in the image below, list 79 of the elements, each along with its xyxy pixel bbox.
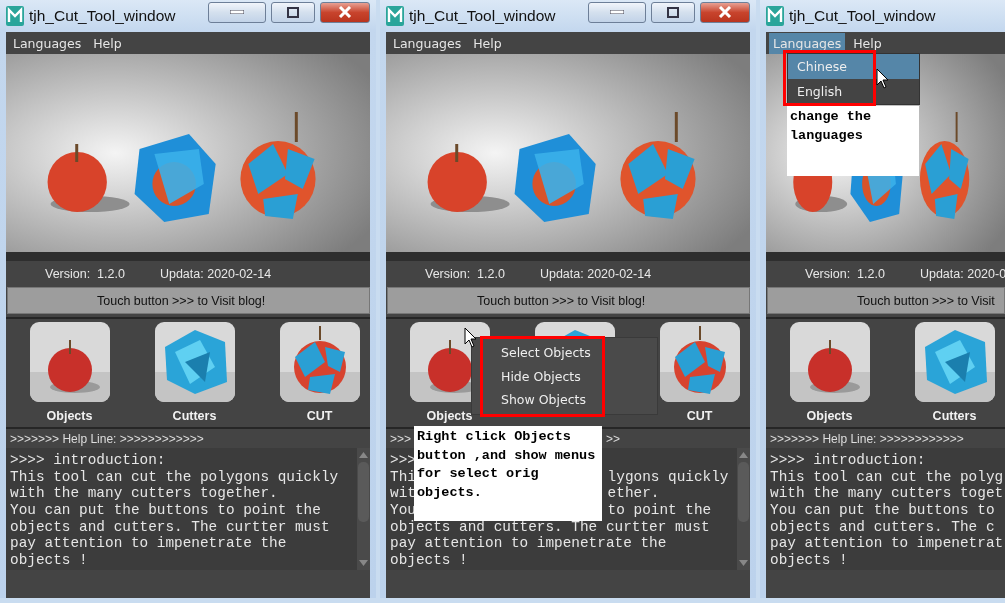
help-text-line: Thi bbox=[390, 468, 416, 486]
help-text-line: to point the bbox=[607, 502, 712, 519]
minimize-icon bbox=[230, 10, 244, 14]
menu-item[interactable]: Help bbox=[849, 32, 886, 54]
menu-item[interactable]: Languages bbox=[389, 32, 466, 54]
help-text-line: wit bbox=[390, 485, 416, 503]
help-text-line: objects and cutters. The curtter must bbox=[390, 518, 710, 536]
date-label: Updata: 2020-02-14 bbox=[159, 267, 272, 281]
help-text-line: objects ! bbox=[390, 552, 468, 569]
context-menu-item[interactable]: Hide Objects bbox=[497, 364, 581, 388]
help-text-line: pay attention to impenetrate the bbox=[390, 535, 667, 553]
scroll-up-icon bbox=[359, 452, 368, 458]
help-text-line: lygons quickly bbox=[607, 468, 729, 486]
maximize-button[interactable] bbox=[271, 1, 315, 23]
window-title: tjh_Cut_Tool_window bbox=[789, 7, 937, 25]
help-text-line: with the many cutters together. bbox=[10, 485, 278, 503]
help-text-line: ether. bbox=[607, 485, 660, 503]
date-label: Updata: 2020-02-14 bbox=[539, 267, 652, 281]
app-icon bbox=[6, 6, 24, 26]
tool-button[interactable]: Objects bbox=[46, 409, 93, 423]
help-text-line: with the many cutters toget bbox=[770, 485, 1004, 503]
help-line-label: >>>>>>> Help Line: >>>>>>>>>>>> bbox=[10, 431, 204, 446]
note-tooltip: change the languages bbox=[787, 106, 919, 176]
visit-blog-button[interactable]: Touch button >>> to Visit bbox=[767, 287, 1005, 314]
context-menu-item[interactable]: Select Objects bbox=[497, 341, 591, 365]
minimize-button[interactable] bbox=[588, 1, 646, 23]
tool-button[interactable]: CUT bbox=[686, 409, 713, 423]
menu-item[interactable]: Languages bbox=[9, 32, 86, 54]
app-icon bbox=[766, 6, 784, 26]
window-title: tjh_Cut_Tool_window bbox=[29, 7, 177, 25]
help-text-line: >>>> introduction: bbox=[770, 452, 926, 469]
scroll-down-icon bbox=[739, 560, 748, 566]
close-icon bbox=[718, 6, 732, 18]
version-label: Version: 1.2.0 bbox=[805, 267, 885, 281]
help-text-line: This tool can cut the polygons quickly bbox=[10, 468, 339, 486]
help-text-line: >>> bbox=[390, 452, 416, 469]
pointer-icon bbox=[464, 327, 477, 348]
scroll-up-icon bbox=[739, 452, 748, 458]
note-tooltip: Right click Objects button ,and show menus for select orig objects. bbox=[414, 426, 602, 521]
tool-button[interactable]: Objects bbox=[806, 409, 853, 423]
help-text-line: You can put the buttons to point the bbox=[10, 502, 321, 519]
version-label: Version: 1.2.0 bbox=[425, 267, 505, 281]
pointer-icon bbox=[876, 68, 889, 89]
tool-button[interactable]: Cutters bbox=[172, 409, 217, 423]
scrollbar[interactable] bbox=[737, 448, 750, 570]
app-icon bbox=[386, 6, 404, 26]
menu-item[interactable]: Help bbox=[469, 32, 506, 54]
help-line-label: >> bbox=[606, 431, 620, 446]
help-text-line: objects ! bbox=[770, 552, 848, 569]
close-button[interactable] bbox=[700, 1, 750, 23]
visit-blog-button[interactable]: Touch button >>> to Visit blog! bbox=[387, 287, 750, 314]
help-text-line: You can put the buttons to bbox=[770, 502, 995, 519]
help-text-line: >>>> introduction: bbox=[10, 452, 166, 469]
tool-button[interactable]: Cutters bbox=[932, 409, 977, 423]
menu-item[interactable]: Help bbox=[89, 32, 126, 54]
maximize-button[interactable] bbox=[651, 1, 695, 23]
scroll-down-icon bbox=[359, 560, 368, 566]
window-title: tjh_Cut_Tool_window bbox=[409, 7, 557, 25]
maximize-icon bbox=[287, 6, 299, 18]
visit-blog-button[interactable]: Touch button >>> to Visit blog! bbox=[7, 287, 370, 314]
maximize-icon bbox=[667, 6, 679, 18]
minimize-button[interactable] bbox=[208, 1, 266, 23]
tool-button[interactable]: Objects bbox=[426, 409, 473, 423]
help-text-line: objects and cutters. The c bbox=[770, 518, 995, 536]
help-text-line: objects and cutters. The curtter must bbox=[10, 518, 330, 536]
help-line-label: >>>>>>> Help Line: >>>>>>>>>>>> bbox=[770, 431, 964, 446]
help-text-line: pay attention to impenetrate the bbox=[10, 535, 287, 553]
help-line-label: >>> bbox=[390, 431, 412, 446]
help-text-line: objects ! bbox=[10, 552, 88, 569]
help-text-line: pay attention to impenetrat bbox=[770, 535, 1004, 553]
close-button[interactable] bbox=[320, 1, 370, 23]
context-menu-item[interactable]: Show Objects bbox=[497, 388, 586, 412]
help-text-line: This tool can cut the polyg bbox=[770, 468, 1004, 486]
tool-button[interactable]: CUT bbox=[306, 409, 333, 423]
close-icon bbox=[338, 6, 352, 18]
date-label: Updata: 2020-0 bbox=[919, 267, 1005, 281]
minimize-icon bbox=[610, 10, 624, 14]
scrollbar[interactable] bbox=[357, 448, 370, 570]
version-label: Version: 1.2.0 bbox=[45, 267, 125, 281]
